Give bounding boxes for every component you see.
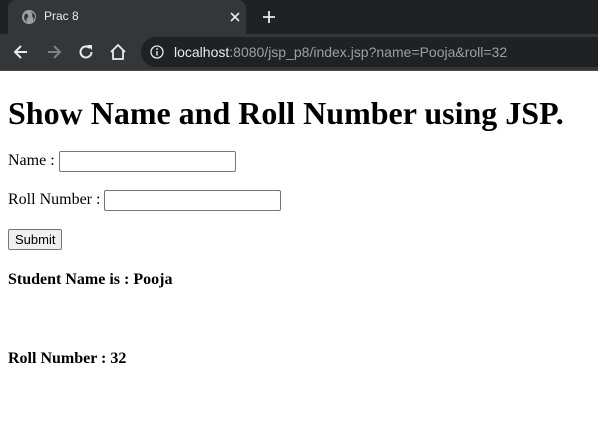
url-text: localhost:8080/jsp_p8/index.jsp?name=Poo… (174, 44, 507, 60)
forward-arrow-icon[interactable] (44, 42, 64, 62)
browser-tab[interactable]: Prac 8 (8, 0, 246, 34)
tab-title: Prac 8 (44, 9, 79, 23)
reload-icon[interactable] (76, 42, 96, 62)
page-title: Show Name and Roll Number using JSP. (8, 95, 564, 131)
browser-toolbar: localhost:8080/jsp_p8/index.jsp?name=Poo… (0, 34, 598, 70)
roll-number-result: Roll Number : 32 (8, 350, 127, 367)
url-path: :8080/jsp_p8/index.jsp?name=Pooja&roll=3… (229, 44, 508, 60)
toolbar-divider (0, 70, 598, 71)
close-icon[interactable] (226, 8, 244, 26)
url-host: localhost (174, 44, 230, 60)
tab-bar: Prac 8 (0, 0, 598, 34)
address-bar[interactable]: localhost:8080/jsp_p8/index.jsp?name=Poo… (141, 37, 598, 67)
name-input[interactable] (58, 151, 236, 172)
back-arrow-icon[interactable] (11, 42, 31, 62)
submit-button[interactable]: Submit (8, 229, 63, 250)
info-icon[interactable] (150, 45, 164, 59)
plus-icon[interactable] (259, 7, 279, 27)
roll-row: Roll Number : (8, 190, 282, 211)
name-label: Name : (8, 152, 55, 170)
student-name-result: Student Name is : Pooja (8, 271, 173, 288)
name-row: Name : (8, 151, 236, 172)
roll-label: Roll Number : (8, 191, 101, 209)
home-icon[interactable] (108, 42, 128, 62)
globe-icon (21, 9, 37, 25)
roll-number-input[interactable] (104, 190, 282, 211)
